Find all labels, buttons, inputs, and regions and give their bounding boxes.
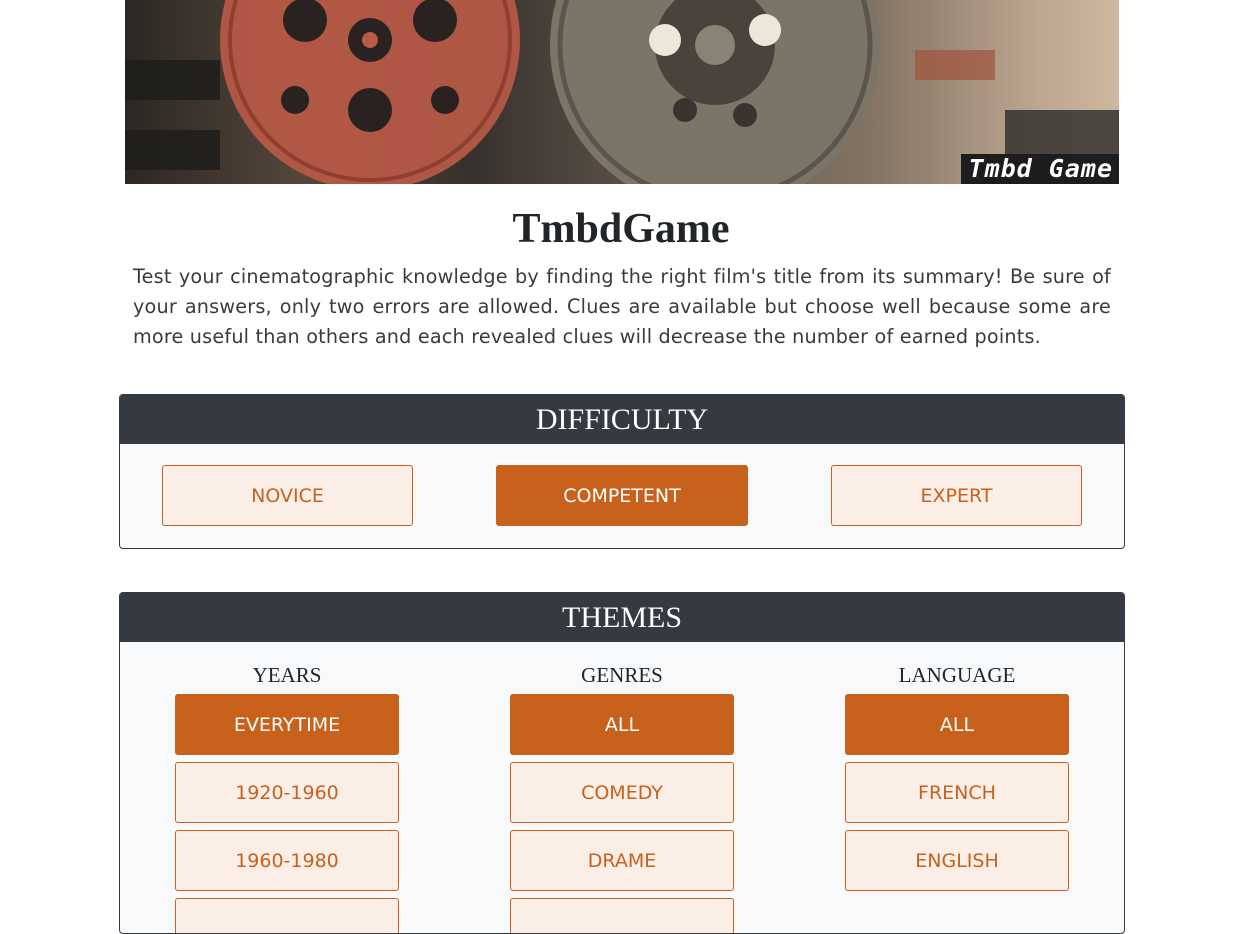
language-english-button[interactable]: ENGLISH xyxy=(845,830,1069,891)
difficulty-header: DIFFICULTY xyxy=(120,395,1124,444)
language-french-button[interactable]: FRENCH xyxy=(845,762,1069,823)
page-title: TmbdGame xyxy=(512,206,730,252)
difficulty-panel: DIFFICULTY NOVICE COMPETENT EXPERT xyxy=(119,394,1125,549)
themes-header: THEMES xyxy=(120,593,1124,642)
language-label: LANGUAGE xyxy=(898,663,1016,687)
language-all-button[interactable]: ALL xyxy=(845,694,1069,755)
years-more-button[interactable] xyxy=(175,898,399,933)
genres-more-button[interactable] xyxy=(510,898,734,933)
years-1920-1960-button[interactable]: 1920-1960 xyxy=(175,762,399,823)
difficulty-competent-button[interactable]: COMPETENT xyxy=(496,465,748,526)
years-everytime-button[interactable]: EVERYTIME xyxy=(175,694,399,755)
genres-label: GENRES xyxy=(581,663,663,687)
genres-comedy-button[interactable]: COMEDY xyxy=(510,762,734,823)
banner-caption: Tmbd Game xyxy=(960,154,1119,184)
intro-text: Test your cinematographic knowledge by f… xyxy=(133,265,1111,348)
grey-film-reel xyxy=(550,0,880,184)
genres-all-button[interactable]: ALL xyxy=(510,694,734,755)
themes-panel: THEMES YEARS EVERYTIME 1920-1960 1960-19… xyxy=(119,592,1125,934)
years-label: YEARS xyxy=(252,663,322,687)
genres-drame-button[interactable]: DRAME xyxy=(510,830,734,891)
banner-image: Tmbd Game xyxy=(125,0,1119,184)
difficulty-novice-button[interactable]: NOVICE xyxy=(162,465,413,526)
years-1960-1980-button[interactable]: 1960-1980 xyxy=(175,830,399,891)
difficulty-expert-button[interactable]: EXPERT xyxy=(831,465,1082,526)
